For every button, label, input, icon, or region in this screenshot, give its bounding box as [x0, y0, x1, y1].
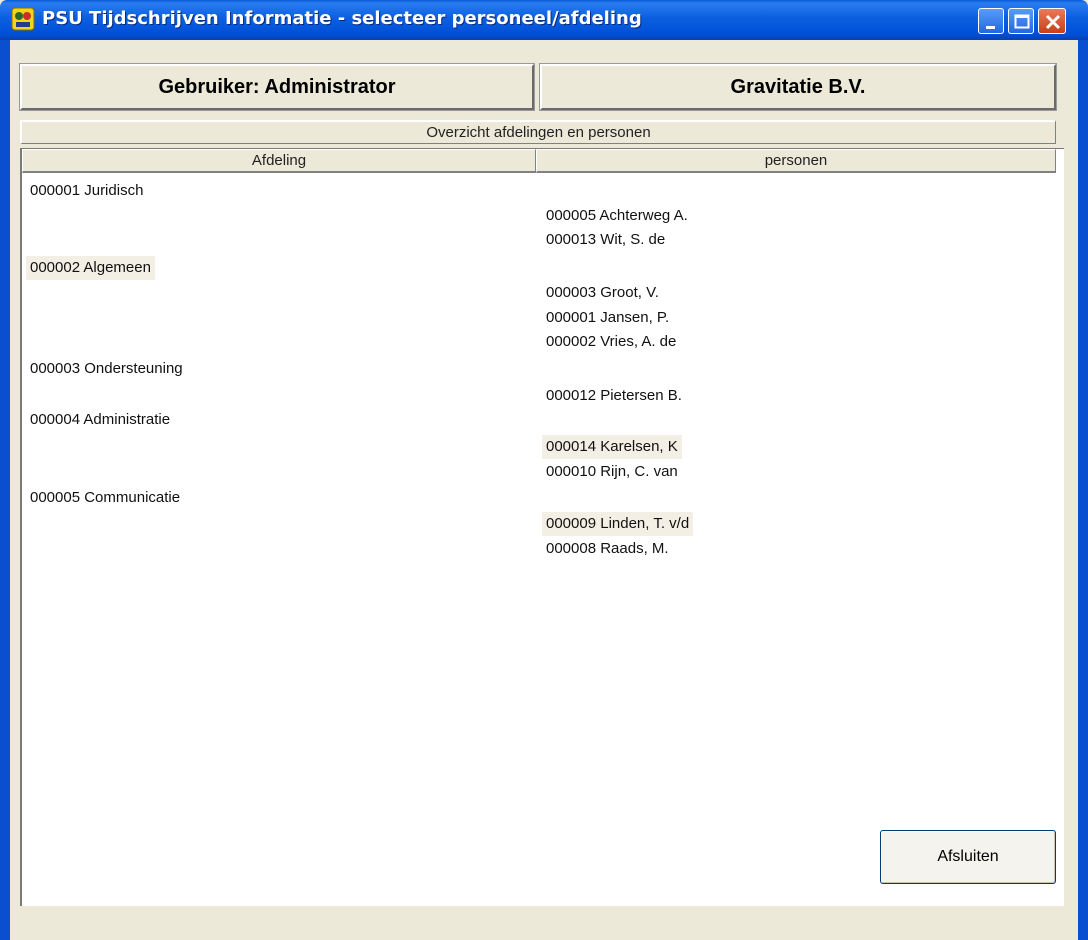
department-row[interactable]: 000001 Juridisch	[26, 179, 147, 203]
person-row[interactable]: 000008 Raads, M.	[542, 537, 673, 561]
minimize-icon	[986, 26, 995, 29]
person-row[interactable]: 000012 Pietersen B.	[542, 384, 686, 408]
person-row[interactable]: 000005 Achterweg A.	[542, 204, 692, 228]
bottom-bar	[10, 906, 1078, 940]
department-row[interactable]: 000002 Algemeen	[26, 256, 155, 280]
department-row[interactable]: 000004 Administratie	[26, 408, 174, 432]
column-header-afdeling[interactable]: Afdeling	[22, 149, 536, 173]
person-row[interactable]: 000014 Karelsen, K	[542, 435, 682, 459]
company-panel: Gravitatie B.V.	[539, 63, 1057, 111]
close-window-button[interactable]	[1038, 8, 1066, 34]
maximize-icon	[1014, 14, 1030, 29]
close-icon	[1045, 14, 1061, 30]
window-frame-right	[1078, 40, 1088, 940]
title-bar[interactable]: PSU Tijdschrijven Informatie - selecteer…	[0, 0, 1088, 40]
person-row[interactable]: 000001 Jansen, P.	[542, 306, 673, 330]
person-row[interactable]: 000013 Wit, S. de	[542, 228, 669, 252]
person-row[interactable]: 000002 Vries, A. de	[542, 330, 680, 354]
window-frame-left	[0, 40, 10, 940]
app-icon	[11, 7, 35, 31]
minimize-button[interactable]	[978, 8, 1004, 34]
afsluiten-button[interactable]: Afsluiten	[880, 830, 1056, 884]
user-panel: Gebruiker: Administrator	[19, 63, 535, 111]
window: PSU Tijdschrijven Informatie - selecteer…	[0, 0, 1088, 940]
window-title: PSU Tijdschrijven Informatie - selecteer…	[42, 8, 642, 29]
person-row[interactable]: 000010 Rijn, C. van	[542, 460, 682, 484]
maximize-button[interactable]	[1008, 8, 1034, 34]
person-row[interactable]: 000003 Groot, V.	[542, 281, 663, 305]
department-row[interactable]: 000003 Ondersteuning	[26, 357, 187, 381]
column-header-personen[interactable]: personen	[536, 149, 1056, 173]
overview-header: Overzicht afdelingen en personen	[20, 120, 1056, 144]
person-row[interactable]: 000009 Linden, T. v/d	[542, 512, 694, 536]
department-person-list[interactable]: Afdeling personen 000001 Juridisch 00000…	[20, 148, 1064, 906]
department-row[interactable]: 000005 Communicatie	[26, 486, 184, 510]
